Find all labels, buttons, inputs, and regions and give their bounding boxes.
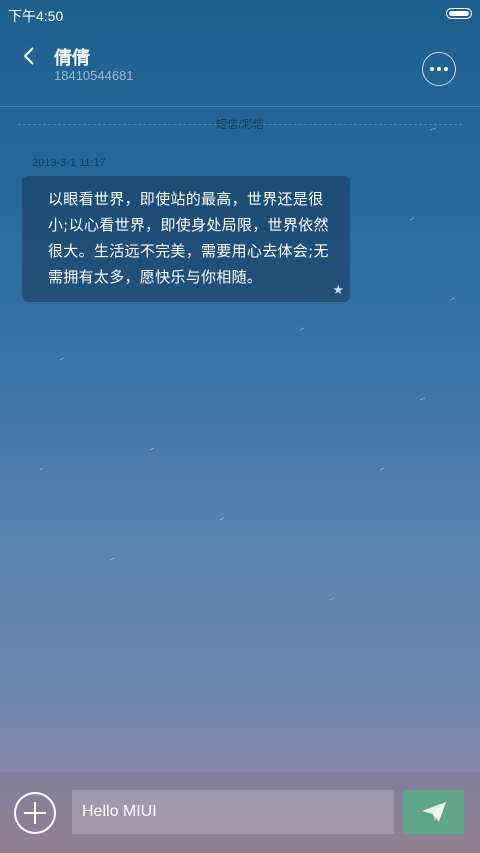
message-timestamp: 2013-3-1 11:17	[32, 157, 106, 169]
chevron-left-icon[interactable]	[18, 44, 42, 68]
more-dot	[437, 67, 441, 71]
status-bar: 下午4:50	[0, 0, 480, 28]
conversation-header: 倩倩 18410544681	[0, 28, 480, 107]
message-type-label: 短信/彩信	[216, 118, 264, 131]
more-options-button[interactable]	[422, 52, 456, 86]
composer-bar: Hello MIUI	[0, 772, 480, 853]
more-dots-icon	[430, 67, 434, 71]
star-icon: ★	[332, 282, 344, 297]
message-line: 很大。生活远不完美，需要用心去体会;无	[48, 242, 329, 260]
message-bubble[interactable]: 以眼看世界，即使站的最高，世界还是很 小;以心看世界，即使身处局限，世界依然 很…	[22, 176, 350, 302]
message-line: 小;以心看世界，即使身处局限，世界依然	[48, 216, 329, 234]
paper-plane-icon	[421, 802, 446, 822]
contact-number: 18410544681	[54, 68, 134, 83]
send-button[interactable]	[403, 790, 464, 834]
battery-icon	[446, 8, 472, 19]
message-input[interactable]: Hello MIUI	[72, 790, 394, 834]
message-text: 以眼看世界，即使站的最高，世界还是很 小;以心看世界，即使身处局限，世界依然 很…	[48, 186, 332, 290]
message-line: 需拥有太多，愿快乐与你相随。	[48, 268, 263, 286]
more-dot	[444, 67, 448, 71]
status-time: 下午4:50	[8, 8, 64, 24]
contact-name: 倩倩	[54, 48, 90, 69]
add-attachment-button[interactable]	[14, 792, 56, 834]
message-line: 以眼看世界，即使站的最高，世界还是很	[48, 190, 324, 208]
